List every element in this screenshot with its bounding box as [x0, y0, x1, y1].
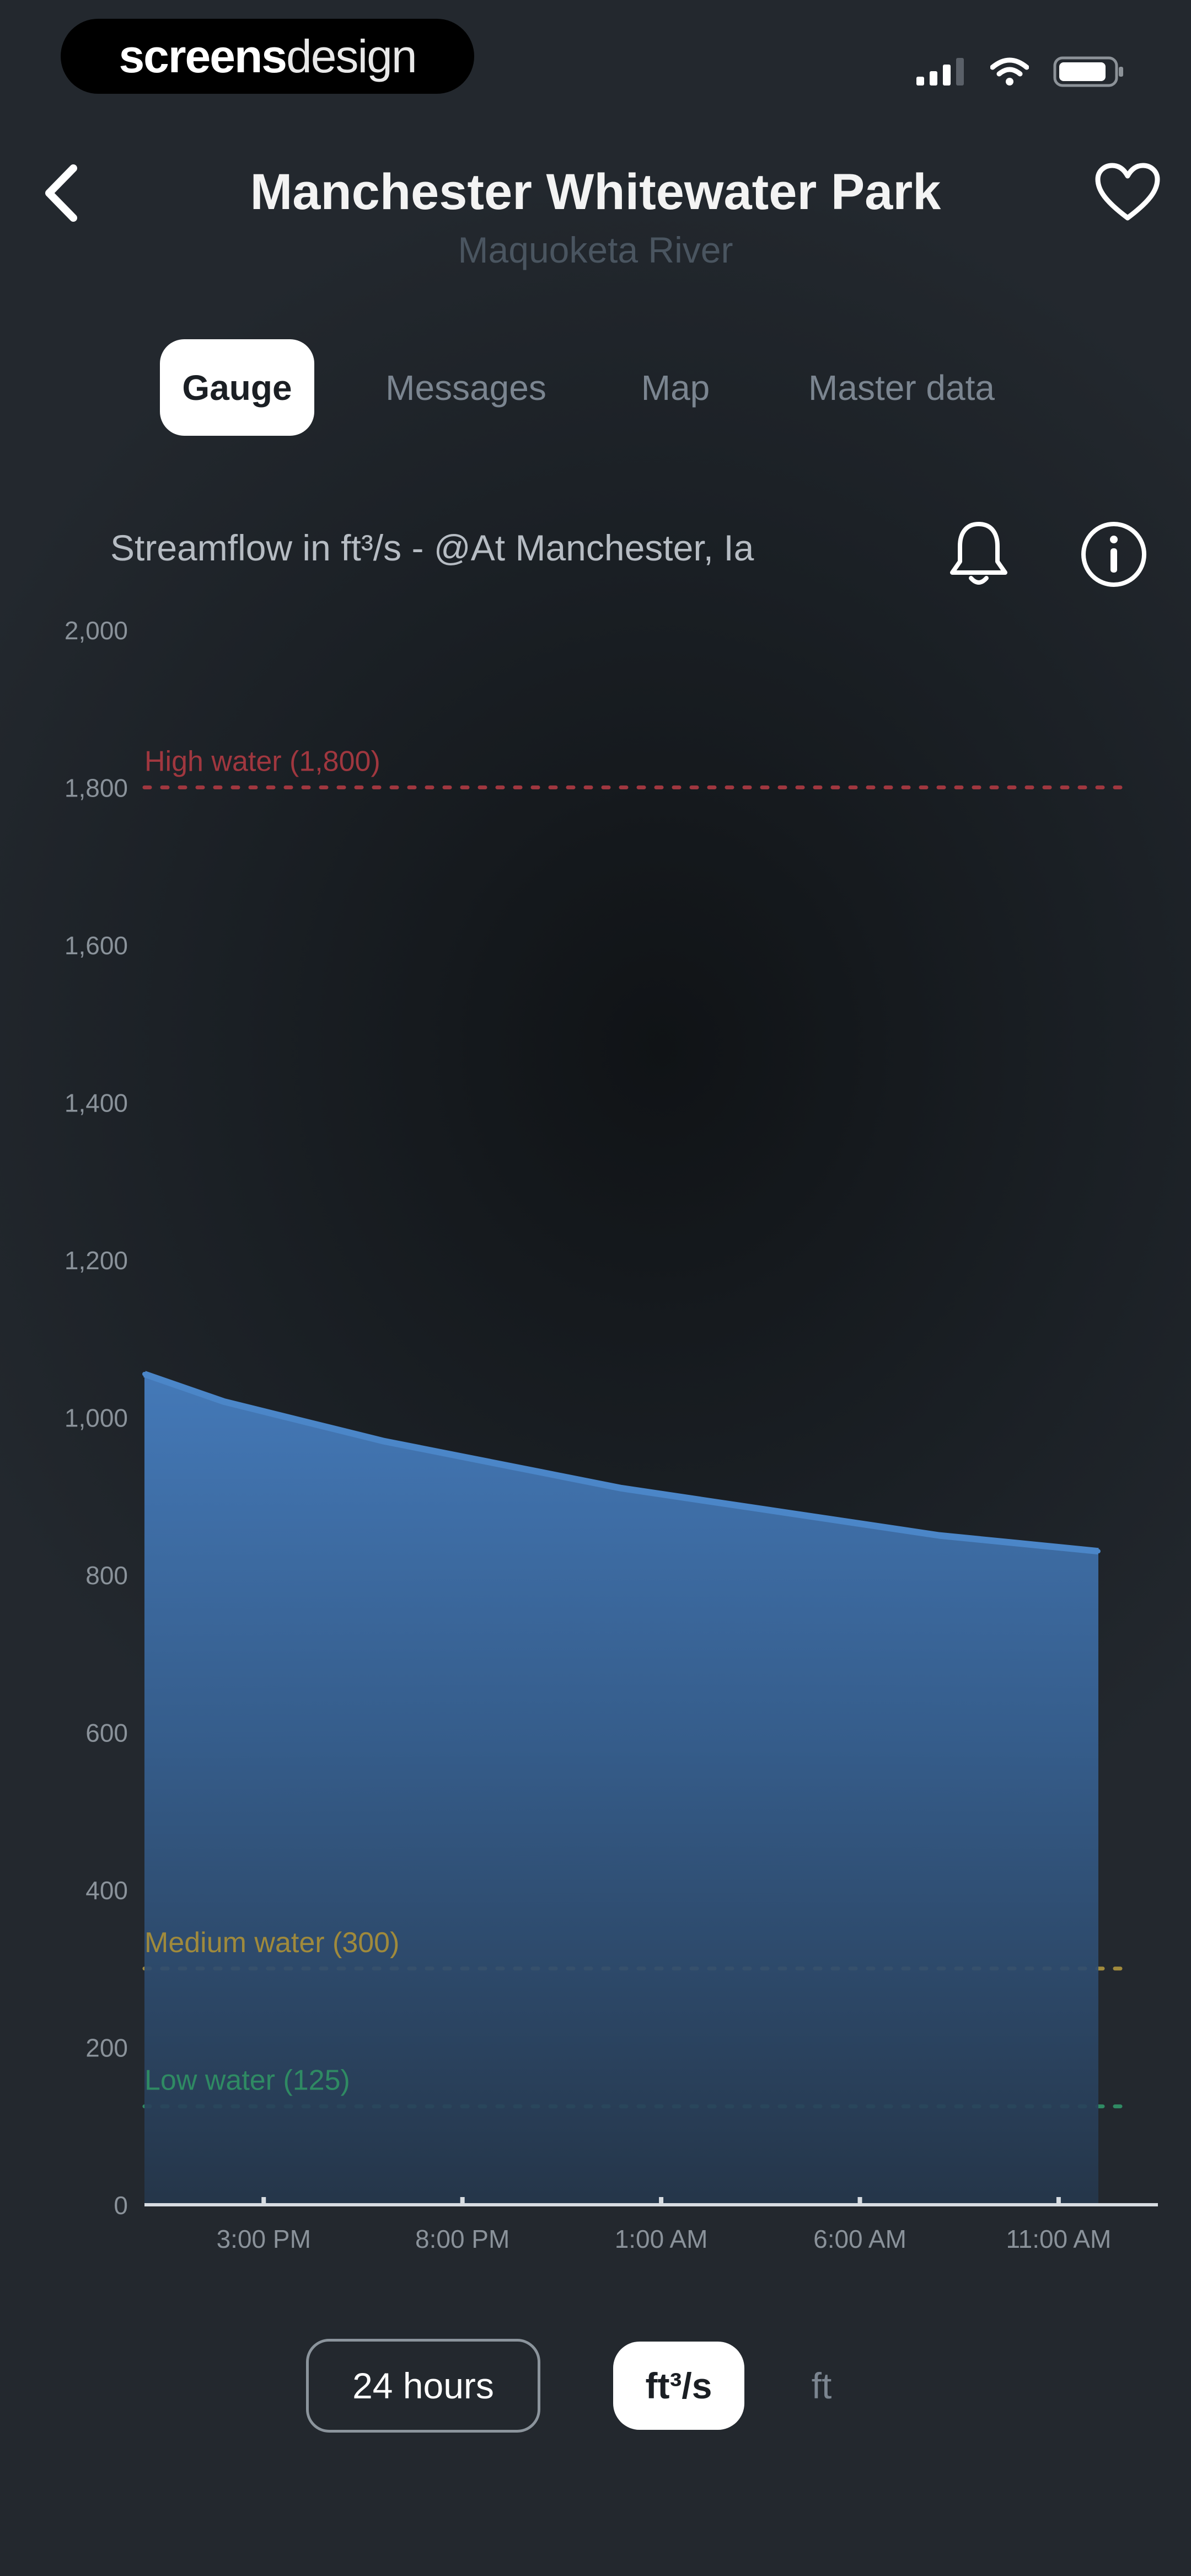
- data-point: [1096, 1549, 1101, 1554]
- unit-height-button[interactable]: ft: [783, 2342, 860, 2430]
- signal-icon: [916, 58, 964, 85]
- y-tick-label: 800: [85, 1561, 128, 1590]
- y-tick-label: 400: [85, 1876, 128, 1905]
- battery-icon: [1053, 56, 1123, 87]
- favorite-button[interactable]: [1089, 154, 1166, 232]
- brand-bold: screens: [119, 30, 287, 82]
- tab-master-data[interactable]: Master data: [777, 339, 1026, 436]
- x-tick-label: 1:00 AM: [615, 2225, 708, 2253]
- data-point: [460, 1454, 465, 1459]
- status-icons: [893, 52, 1125, 91]
- back-button[interactable]: [30, 157, 91, 229]
- y-tick-label: 1,000: [65, 1404, 128, 1433]
- bell-icon: [950, 522, 1007, 585]
- data-point: [937, 1533, 942, 1538]
- y-tick-label: 600: [85, 1719, 128, 1747]
- chevron-left-icon: [45, 164, 77, 222]
- data-point: [619, 1485, 624, 1490]
- x-tick-label: 6:00 AM: [813, 2225, 906, 2253]
- x-tick-label: 11:00 AM: [1006, 2225, 1111, 2253]
- brand-light: design: [286, 30, 417, 82]
- x-tick-label: 8:00 PM: [415, 2225, 509, 2253]
- info-button[interactable]: [1072, 513, 1155, 596]
- page-title: Manchester Whitewater Park: [250, 164, 941, 220]
- y-tick-label: 0: [114, 2191, 128, 2220]
- unit-flow-button[interactable]: ft³/s: [613, 2342, 744, 2430]
- y-tick-label: 1,400: [65, 1089, 128, 1118]
- wifi-icon: [990, 57, 1029, 85]
- threshold-label: Low water (125): [144, 2065, 350, 2097]
- streamflow-chart: High water (1,800) Medium water (300) Low …: [65, 616, 1158, 2253]
- data-point: [539, 1470, 544, 1475]
- time-range-button[interactable]: 24 hours: [306, 2339, 540, 2433]
- page-subtitle: Maquoketa River: [458, 229, 733, 270]
- data-point: [699, 1498, 704, 1503]
- y-tick-label: 1,200: [65, 1246, 128, 1275]
- threshold-label: High water (1,800): [144, 746, 380, 778]
- y-tick-label: 2,000: [65, 616, 128, 645]
- data-point: [301, 1419, 306, 1424]
- tab-messages[interactable]: Messages: [364, 339, 568, 436]
- data-point: [857, 1521, 862, 1526]
- info-icon: [1081, 522, 1146, 587]
- data-point: [1016, 1541, 1021, 1546]
- x-tick-label: 3:00 PM: [217, 2225, 311, 2253]
- tab-map[interactable]: Map: [620, 339, 731, 436]
- heart-icon: [1095, 163, 1160, 221]
- y-tick-label: 200: [85, 2034, 128, 2062]
- brand-logo: screens design: [61, 19, 474, 94]
- y-tick-label: 1,800: [65, 774, 128, 803]
- data-point: [778, 1509, 783, 1514]
- chart-title: Streamflow in ft³/s - @At Manchester, Ia: [110, 527, 754, 568]
- tab-gauge[interactable]: Gauge: [160, 339, 314, 436]
- data-point: [222, 1399, 227, 1404]
- data-point: [142, 1371, 147, 1376]
- y-tick-label: 1,600: [65, 931, 128, 960]
- notifications-button[interactable]: [937, 513, 1020, 596]
- data-point: [380, 1439, 385, 1444]
- threshold-label: Medium water (300): [144, 1927, 399, 1959]
